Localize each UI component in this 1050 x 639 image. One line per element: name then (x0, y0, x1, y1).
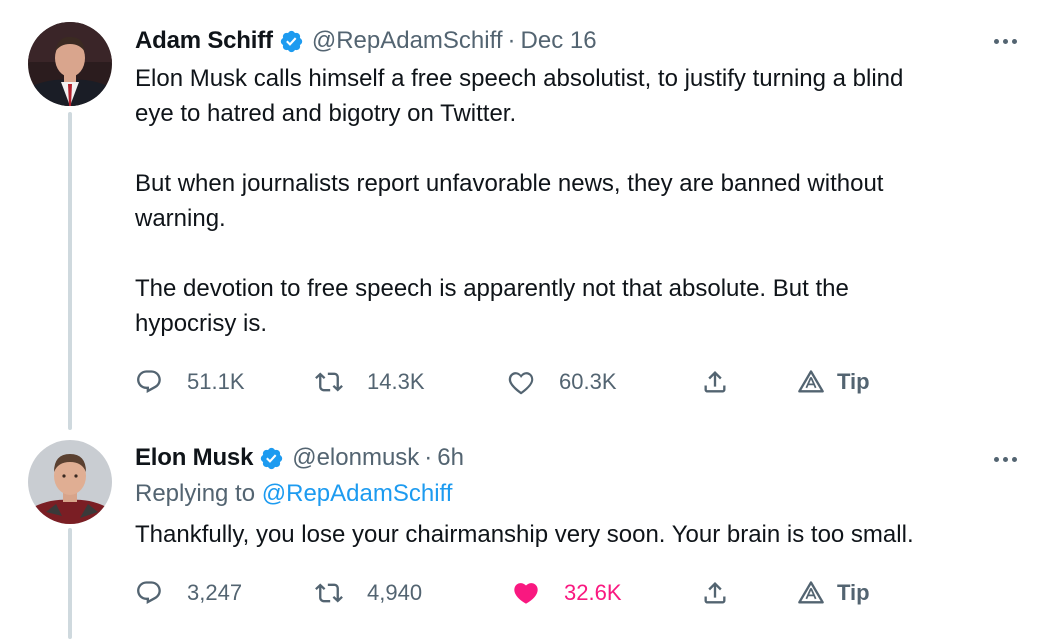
display-name[interactable]: Elon Musk (135, 444, 253, 472)
retweet-icon (315, 372, 343, 392)
share-button[interactable] (701, 578, 729, 608)
tip-label: Tip (837, 369, 870, 394)
separator: · (424, 444, 433, 471)
tweet-text-line: Elon Musk calls himself a free speech ab… (135, 65, 904, 92)
retweet-count: 4,940 (367, 580, 423, 605)
display-name[interactable]: Adam Schiff (135, 27, 273, 55)
reply-icon (137, 370, 161, 394)
tweet-text-line: But when journalists report unfavorable … (135, 170, 884, 197)
tip-icon (798, 581, 824, 604)
verified-icon (261, 447, 283, 469)
tweet-header: Adam Schiff @RepAdamSchiff · Dec 16 (135, 24, 597, 58)
tip-button[interactable]: Tip (797, 367, 870, 397)
separator: · (507, 27, 516, 54)
handle[interactable]: @elonmusk (292, 444, 419, 472)
like-icon (514, 583, 538, 604)
handle[interactable]: @RepAdamSchiff (312, 27, 503, 55)
reply-button[interactable]: 51.1K (135, 367, 245, 397)
tip-icon (798, 370, 824, 393)
reply-count: 3,247 (187, 580, 243, 605)
tweet-header: Elon Musk @elonmusk · 6h (135, 441, 464, 475)
share-button[interactable] (701, 367, 729, 397)
thread-line-continuation (68, 528, 72, 639)
like-count: 32.6K (564, 580, 622, 605)
replying-to-label: Replying to (135, 480, 256, 507)
tweet-text: Thankfully, you lose your chairmanship v… (135, 517, 1015, 552)
replying-to-link[interactable]: @RepAdamSchiff (262, 480, 453, 507)
tip-label: Tip (837, 580, 870, 605)
share-icon (704, 371, 726, 393)
tweet-text-line: hypocrisy is. (135, 310, 268, 337)
tweet-text: Elon Musk calls himself a free speech ab… (135, 61, 1015, 341)
tweet-text-line: Thankfully, you lose your chairmanship v… (135, 521, 914, 548)
timestamp[interactable]: Dec 16 (521, 27, 597, 55)
tweet-text-line: The devotion to free speech is apparentl… (135, 275, 849, 302)
avatar-adam-schiff[interactable] (28, 22, 112, 106)
verified-icon (280, 30, 303, 52)
avatar-elon-musk[interactable] (28, 440, 112, 524)
retweet-icon (315, 583, 343, 603)
retweet-count: 14.3K (367, 369, 425, 394)
like-button[interactable]: 32.6K (512, 578, 622, 608)
like-button[interactable]: 60.3K (507, 367, 617, 397)
reply-count: 51.1K (187, 369, 245, 394)
like-count: 60.3K (559, 369, 617, 394)
retweet-button[interactable]: 14.3K (315, 367, 425, 397)
tweet-text-line: eye to hatred and bigotry on Twitter. (135, 100, 517, 127)
reply-button[interactable]: 3,247 (135, 578, 242, 608)
tweet-actions: 3,247 4,940 32.6K Tip (135, 578, 895, 608)
more-icon[interactable] (990, 31, 1020, 51)
thread-line (68, 112, 72, 430)
like-icon (508, 372, 534, 395)
share-icon (704, 582, 726, 604)
more-icon[interactable] (990, 449, 1020, 469)
tip-button[interactable]: Tip (797, 578, 870, 608)
timestamp[interactable]: 6h (437, 444, 464, 472)
reply-icon (137, 581, 161, 605)
tweet-actions: 51.1K 14.3K 60.3K Tip (135, 367, 895, 397)
replying-to: Replying to @RepAdamSchiff (135, 480, 452, 508)
retweet-button[interactable]: 4,940 (315, 578, 422, 608)
tweet-text-line: warning. (135, 205, 226, 232)
